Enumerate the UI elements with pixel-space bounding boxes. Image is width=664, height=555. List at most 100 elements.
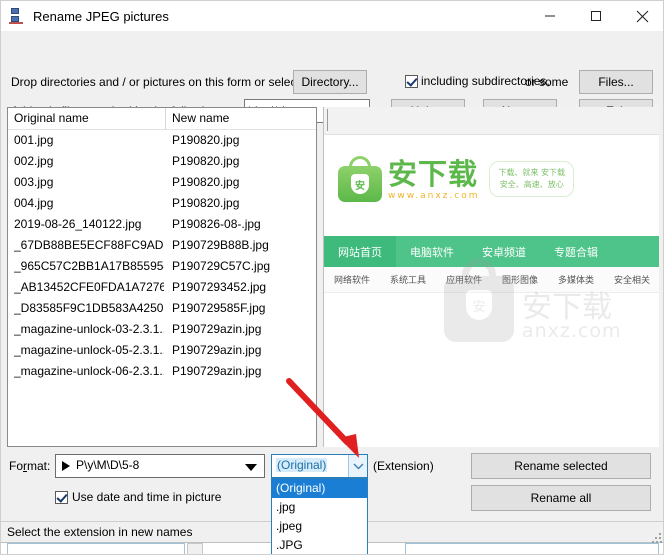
cell-new-name: P190729azin.jpg <box>172 343 262 357</box>
cell-original-name: _965C57C2BB1A17B855954... <box>14 259 164 273</box>
extension-option-jpg-lower[interactable]: .jpg <box>272 498 367 517</box>
close-icon[interactable] <box>619 1 663 31</box>
cell-original-name: 2019-08-26_140122.jpg <box>14 217 142 231</box>
nav-item-home: 网站首页 <box>324 236 396 267</box>
logo-text-wrap: 安下载 www.anxz.com <box>388 158 479 201</box>
table-row[interactable]: _magazine-unlock-06-2.3.1... P190729azin.… <box>8 361 316 382</box>
cell-original-name: _AB13452CFE0FDA1A7276... <box>14 280 164 294</box>
app-window: Rename JPEG pictures Drop directories an… <box>0 0 664 555</box>
subnav-item-multimedia: 多媒体类 <box>557 276 594 286</box>
format-label-post: mat: <box>27 459 51 473</box>
cell-original-name: _67DB88BE5ECF88FC9AD3... <box>14 238 164 252</box>
column-divider[interactable] <box>165 108 166 130</box>
image-preview-panel[interactable]: 安 安下载 www.anxz.com 下载、就来 安下载 安全、高速、放心 网站… <box>323 107 659 447</box>
rename-all-button[interactable]: Rename all <box>471 485 651 511</box>
subnav-item-applications: 应用软件 <box>445 276 482 286</box>
table-row[interactable]: _67DB88BE5ECF88FC9AD3... P190729B88B.jpg <box>8 235 316 256</box>
minimize-icon[interactable] <box>527 1 573 31</box>
files-button[interactable]: Files... <box>579 70 653 94</box>
column-header-new-name[interactable]: New name <box>172 111 229 125</box>
site-slogan: 下载、就来 安下载 安全、高速、放心 <box>489 161 575 197</box>
options-panel: Drop directories and / or pictures on th… <box>1 31 663 123</box>
chevron-down-icon[interactable] <box>348 455 367 477</box>
cell-new-name: P1907293452.jpg <box>172 280 267 294</box>
format-label-pre: Fo <box>9 459 24 473</box>
site-nav: 网站首页 电脑软件 安卓频道 专题合辑 <box>324 236 659 267</box>
cell-new-name: P190729azin.jpg <box>172 364 262 378</box>
app-rename-icon <box>9 8 25 24</box>
subnav-item-security: 安全相关 <box>613 276 650 286</box>
logo-badge-text: 安 <box>351 174 369 194</box>
status-text: Select the extension in new names <box>7 525 193 539</box>
site-slogan-line2: 安全、高速、放心 <box>499 180 564 189</box>
rename-selected-button[interactable]: Rename selected <box>471 453 651 479</box>
file-list-header: Original name New name <box>8 108 316 130</box>
bottom-scroll-pane[interactable] <box>187 543 203 554</box>
table-row[interactable]: _D83585F9C1DB583A4250... P190729585F.jpg <box>8 298 316 319</box>
cell-new-name: P190729C57C.jpg <box>172 259 271 273</box>
checkbox-box-use-date[interactable] <box>55 490 68 504</box>
bottom-left-pane[interactable] <box>7 543 185 554</box>
table-row[interactable]: 2019-08-26_140122.jpg P190826-08-.jpg <box>8 214 316 235</box>
table-row[interactable]: _AB13452CFE0FDA1A7276... P1907293452.jpg <box>8 277 316 298</box>
extension-option-original[interactable]: (Original) <box>272 479 367 498</box>
cell-new-name: P190820.jpg <box>172 133 240 147</box>
subnav-item-graphics: 图形图像 <box>501 276 538 286</box>
table-row[interactable]: 001.jpg P190820.jpg <box>8 130 316 151</box>
cell-original-name: _magazine-unlock-05-2.3.1... <box>14 343 164 357</box>
cell-original-name: _D83585F9C1DB583A4250... <box>14 301 164 315</box>
extension-combobox[interactable]: (Original) <box>271 454 368 478</box>
column-header-original-name[interactable]: Original name <box>14 111 89 125</box>
table-row[interactable]: 002.jpg P190820.jpg <box>8 151 316 172</box>
format-combobox-value: P\y\M\D\5-8 <box>76 458 140 472</box>
checkbox-box-subdirectories[interactable] <box>405 74 418 88</box>
extension-dropdown-list[interactable]: (Original) .jpg .jpeg .JPG .JPEG (None) <box>271 478 368 554</box>
use-date-and-time-label: Use date and time in picture <box>72 490 222 504</box>
subnav-item-system-tools: 系统工具 <box>389 276 426 286</box>
cell-original-name: _magazine-unlock-06-2.3.1... <box>14 364 164 378</box>
or-some-label: or some <box>525 75 569 89</box>
maximize-icon[interactable] <box>573 1 619 31</box>
site-logo-name: 安下载 <box>388 156 479 191</box>
cell-original-name: _magazine-unlock-03-2.3.1... <box>14 322 164 336</box>
nav-item-topics: 专题合辑 <box>554 245 598 259</box>
resize-grip-icon[interactable] <box>652 533 662 543</box>
preview-toolstrip <box>324 107 659 135</box>
play-triangle-icon <box>62 461 70 471</box>
format-combobox[interactable]: P\y\M\D\5-8 <box>55 454 265 478</box>
file-list-rows: 001.jpg P190820.jpg 002.jpg P190820.jpg 00… <box>8 130 316 382</box>
table-row[interactable]: 004.jpg P190820.jpg <box>8 193 316 214</box>
site-slogan-line1: 下载、就来 安下载 <box>498 168 566 177</box>
nav-item-pc-software: 电脑软件 <box>410 245 454 259</box>
directory-button[interactable]: Directory... <box>293 70 367 94</box>
cell-new-name: P190820.jpg <box>172 175 240 189</box>
file-list-panel[interactable]: Original name New name 001.jpg P190820.jp… <box>7 107 317 447</box>
site-logo-row: 安 安下载 www.anxz.com 下载、就来 安下载 安全、高速、放心 <box>324 146 659 212</box>
cell-original-name: 003.jpg <box>14 175 54 189</box>
drop-hint-label: Drop directories and / or pictures on th… <box>11 75 310 89</box>
table-row[interactable]: _965C57C2BB1A17B855954... P190729C57C.jpg <box>8 256 316 277</box>
preview-image: 安 安下载 www.anxz.com 下载、就来 安下载 安全、高速、放心 网站… <box>324 136 659 447</box>
table-row[interactable]: _magazine-unlock-03-2.3.1... P190729azin.… <box>8 319 316 340</box>
cell-new-name: P190820.jpg <box>172 196 240 210</box>
extension-option-jpeg-lower[interactable]: .jpeg <box>272 517 367 536</box>
table-row[interactable]: _magazine-unlock-05-2.3.1... P190729azin.… <box>8 340 316 361</box>
window-title: Rename JPEG pictures <box>33 8 169 24</box>
site-logo-url: www.anxz.com <box>388 190 480 201</box>
chevron-down-icon[interactable] <box>245 464 257 471</box>
use-date-and-time-checkbox[interactable]: Use date and time in picture <box>55 490 221 504</box>
shopping-bag-logo-icon: 安 <box>338 156 382 202</box>
site-subnav: 网络软件 系统工具 应用软件 图形图像 多媒体类 安全相关 <box>324 267 659 293</box>
subnav-item-network: 网络软件 <box>333 276 370 286</box>
cell-new-name: P190729azin.jpg <box>172 322 262 336</box>
extension-option-jpg-upper[interactable]: .JPG <box>272 536 367 554</box>
cell-original-name: 002.jpg <box>14 154 54 168</box>
extension-label: (Extension) <box>373 459 434 473</box>
extension-combobox-value: (Original) <box>276 458 328 472</box>
table-row[interactable]: 003.jpg P190820.jpg <box>8 172 316 193</box>
watermark-url: anxz.com <box>522 320 622 342</box>
bottom-right-pane[interactable] <box>405 543 659 554</box>
format-label: Format: <box>9 459 50 473</box>
watermark-badge-text: 安 <box>466 290 492 320</box>
cell-new-name: P190729585F.jpg <box>172 301 266 315</box>
